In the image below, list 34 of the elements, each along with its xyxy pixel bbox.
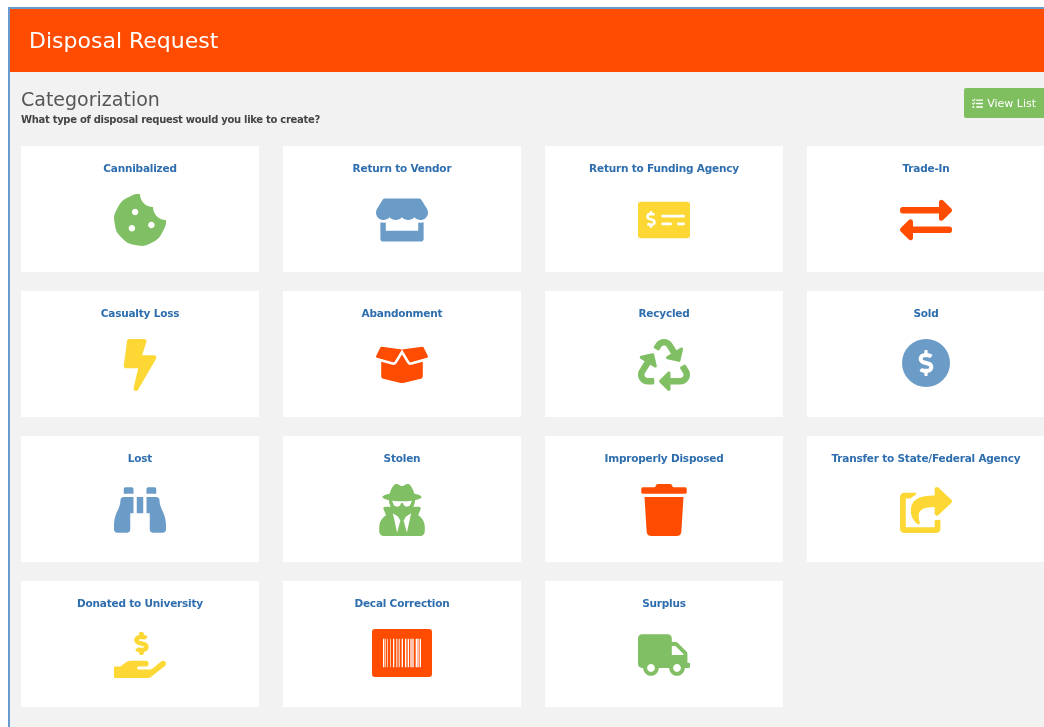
- category-card[interactable]: Improperly Disposed: [545, 436, 783, 562]
- category-label: Lost: [127, 452, 153, 464]
- category-card[interactable]: Return to Funding Agency: [545, 146, 783, 272]
- category-label: Recycled: [638, 307, 690, 319]
- category-label: Improperly Disposed: [604, 452, 724, 464]
- category-card[interactable]: Cannibalized: [21, 146, 259, 272]
- category-label: Abandonment: [361, 307, 443, 319]
- category-card[interactable]: Return to Vendor: [283, 146, 521, 272]
- category-card[interactable]: Abandonment: [283, 291, 521, 417]
- category-label: Trade-In: [902, 162, 950, 174]
- category-label: Sold: [913, 307, 939, 319]
- category-card[interactable]: Stolen: [283, 436, 521, 562]
- category-label: Surplus: [642, 597, 686, 609]
- category-label: Casualty Loss: [100, 307, 180, 319]
- category-label: Donated to University: [77, 597, 203, 609]
- category-card[interactable]: Surplus: [545, 581, 783, 707]
- category-label: Decal Correction: [354, 597, 450, 609]
- list-icon: [972, 97, 984, 109]
- category-label: Return to Vendor: [352, 162, 452, 174]
- category-label: Return to Funding Agency: [589, 162, 739, 174]
- category-card[interactable]: Transfer to State/Federal Agency: [807, 436, 1044, 562]
- category-card[interactable]: Casualty Loss: [21, 291, 259, 417]
- category-card[interactable]: Recycled: [545, 291, 783, 417]
- category-label: Stolen: [383, 452, 421, 464]
- category-card[interactable]: Decal Correction: [283, 581, 521, 707]
- category-label: Transfer to State/Federal Agency: [831, 452, 1021, 464]
- category-card[interactable]: Donated to University: [21, 581, 259, 707]
- section-subtitle: What type of disposal request would you like to create?: [21, 114, 320, 125]
- category-label: Cannibalized: [103, 162, 177, 174]
- category-card[interactable]: Lost: [21, 436, 259, 562]
- page-title: Disposal Request: [29, 28, 219, 53]
- category-card[interactable]: Sold: [807, 291, 1044, 417]
- section-title: Categorization: [21, 88, 161, 110]
- category-card[interactable]: Trade-In: [807, 146, 1044, 272]
